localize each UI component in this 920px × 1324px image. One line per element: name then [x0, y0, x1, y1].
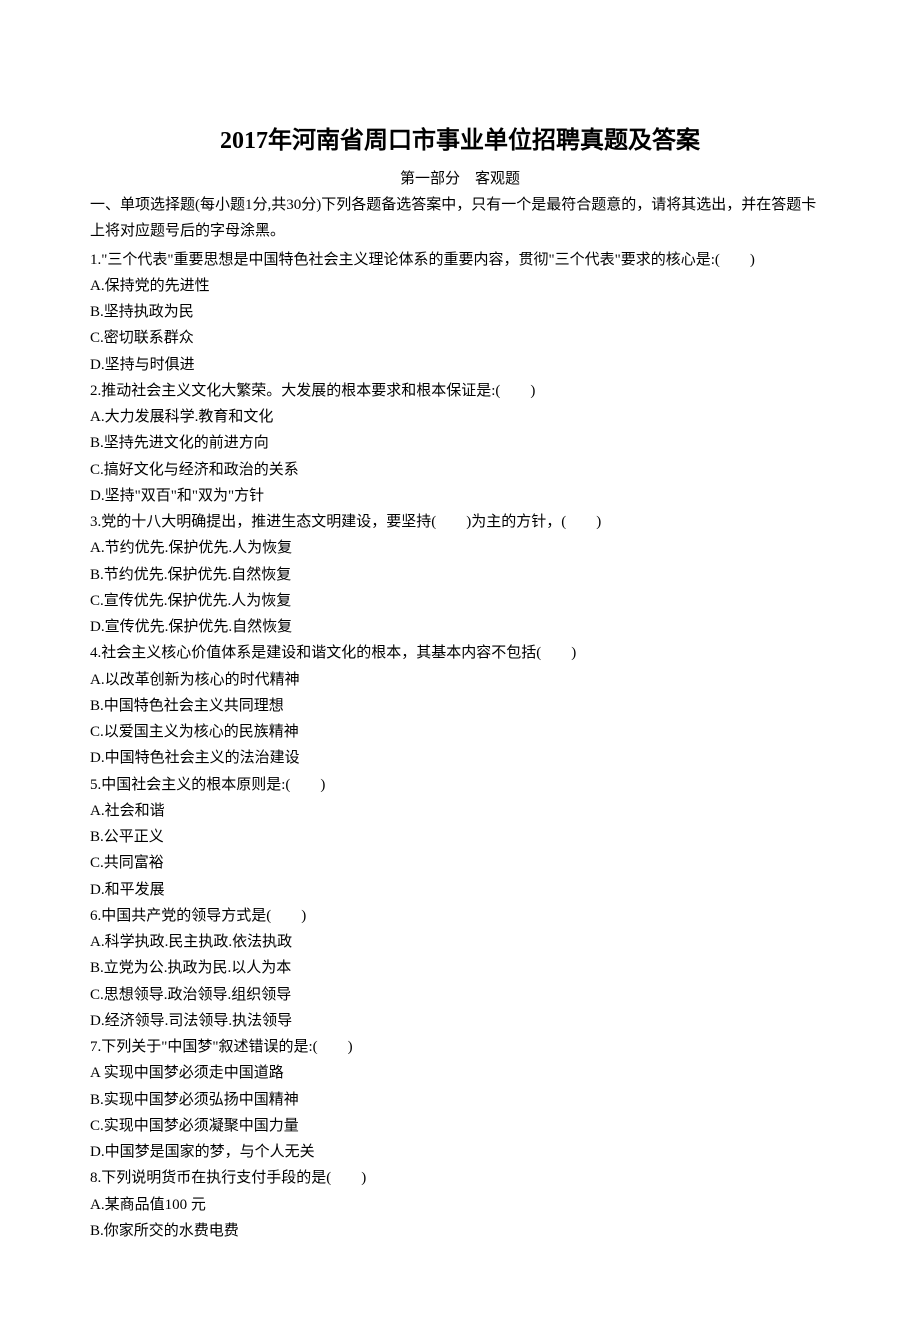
option: B.节约优先.保护优先.自然恢复	[90, 562, 830, 588]
option: B.中国特色社会主义共同理想	[90, 693, 830, 719]
option: A 实现中国梦必须走中国道路	[90, 1060, 830, 1086]
option: A.保持党的先进性	[90, 273, 830, 299]
option: B.立党为公.执政为民.以人为本	[90, 955, 830, 981]
option: B.公平正义	[90, 824, 830, 850]
option: C.思想领导.政治领导.组织领导	[90, 982, 830, 1008]
section-header: 第一部分 客观题	[90, 167, 830, 188]
option: D.经济领导.司法领导.执法领导	[90, 1008, 830, 1034]
option: D.坚持与时俱进	[90, 352, 830, 378]
option: D.和平发展	[90, 877, 830, 903]
option: C.宣传优先.保护优先.人为恢复	[90, 588, 830, 614]
option: A.以改革创新为核心的时代精神	[90, 667, 830, 693]
option: C.以爱国主义为核心的民族精神	[90, 719, 830, 745]
option: B.你家所交的水费电费	[90, 1218, 830, 1244]
question-text: 3.党的十八大明确提出，推进生态文明建设，要坚持( )为主的方针，( )	[90, 509, 830, 535]
option: A.节约优先.保护优先.人为恢复	[90, 535, 830, 561]
question-text: 8.下列说明货币在执行支付手段的是( )	[90, 1165, 830, 1191]
question-text: 1."三个代表"重要思想是中国特色社会主义理论体系的重要内容，贯彻"三个代表"要…	[90, 247, 830, 273]
option: D.坚持"双百"和"双为"方针	[90, 483, 830, 509]
option: A.社会和谐	[90, 798, 830, 824]
option: C.密切联系群众	[90, 325, 830, 351]
option: D.中国特色社会主义的法治建设	[90, 745, 830, 771]
question-text: 5.中国社会主义的根本原则是:( )	[90, 772, 830, 798]
option: C.搞好文化与经济和政治的关系	[90, 457, 830, 483]
option: B.实现中国梦必须弘扬中国精神	[90, 1087, 830, 1113]
option: A.某商品值100 元	[90, 1192, 830, 1218]
question-text: 4.社会主义核心价值体系是建设和谐文化的根本，其基本内容不包括( )	[90, 640, 830, 666]
document-title: 2017年河南省周口市事业单位招聘真题及答案	[90, 120, 830, 155]
option: B.坚持执政为民	[90, 299, 830, 325]
option: B.坚持先进文化的前进方向	[90, 430, 830, 456]
option: D.中国梦是国家的梦，与个人无关	[90, 1139, 830, 1165]
option: D.宣传优先.保护优先.自然恢复	[90, 614, 830, 640]
question-text: 2.推动社会主义文化大繁荣。大发展的根本要求和根本保证是:( )	[90, 378, 830, 404]
question-text: 7.下列关于"中国梦"叙述错误的是:( )	[90, 1034, 830, 1060]
option: A.大力发展科学.教育和文化	[90, 404, 830, 430]
option: C.共同富裕	[90, 850, 830, 876]
instructions: 一、单项选择题(每小题1分,共30分)下列各题备选答案中，只有一个是最符合题意的…	[90, 192, 830, 245]
option: A.科学执政.民主执政.依法执政	[90, 929, 830, 955]
option: C.实现中国梦必须凝聚中国力量	[90, 1113, 830, 1139]
question-text: 6.中国共产党的领导方式是( )	[90, 903, 830, 929]
